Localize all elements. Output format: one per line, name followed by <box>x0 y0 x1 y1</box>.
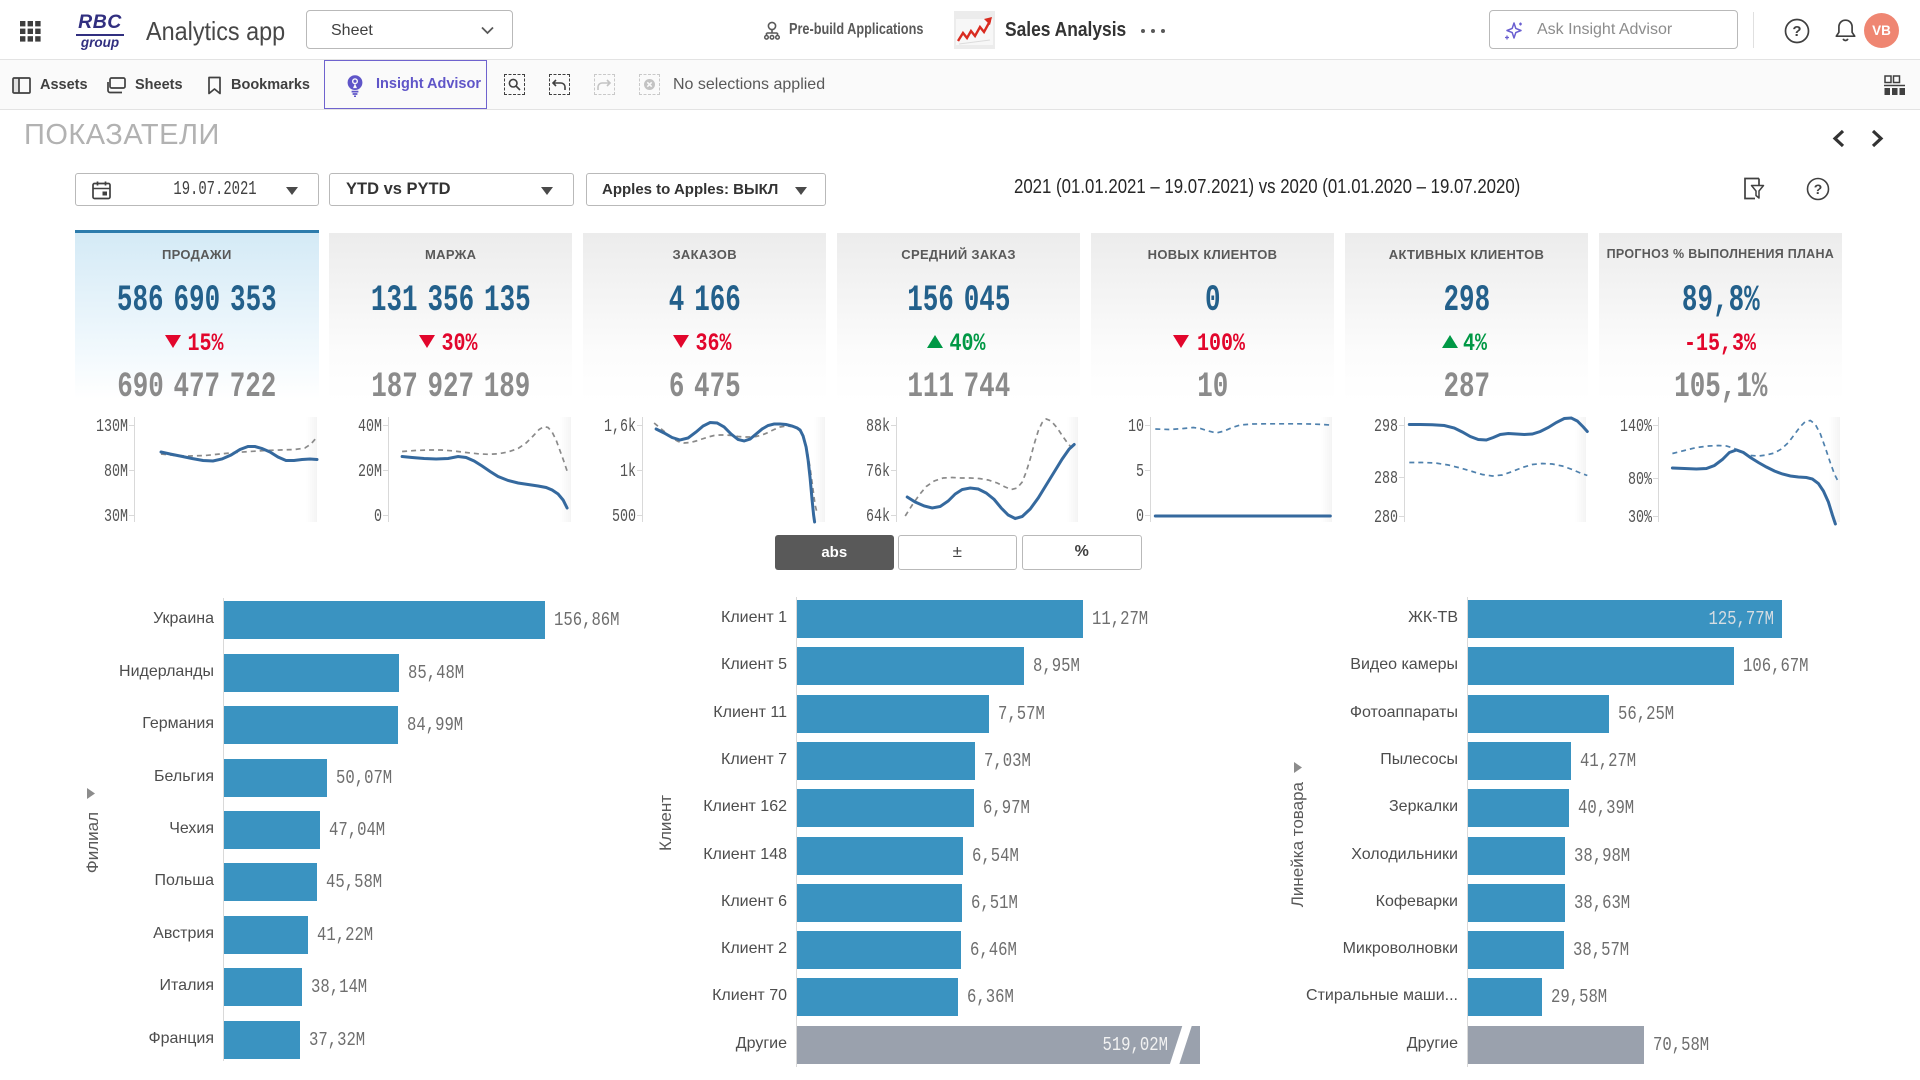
svg-text:?: ? <box>1792 23 1801 40</box>
svg-text:?: ? <box>1814 181 1823 197</box>
